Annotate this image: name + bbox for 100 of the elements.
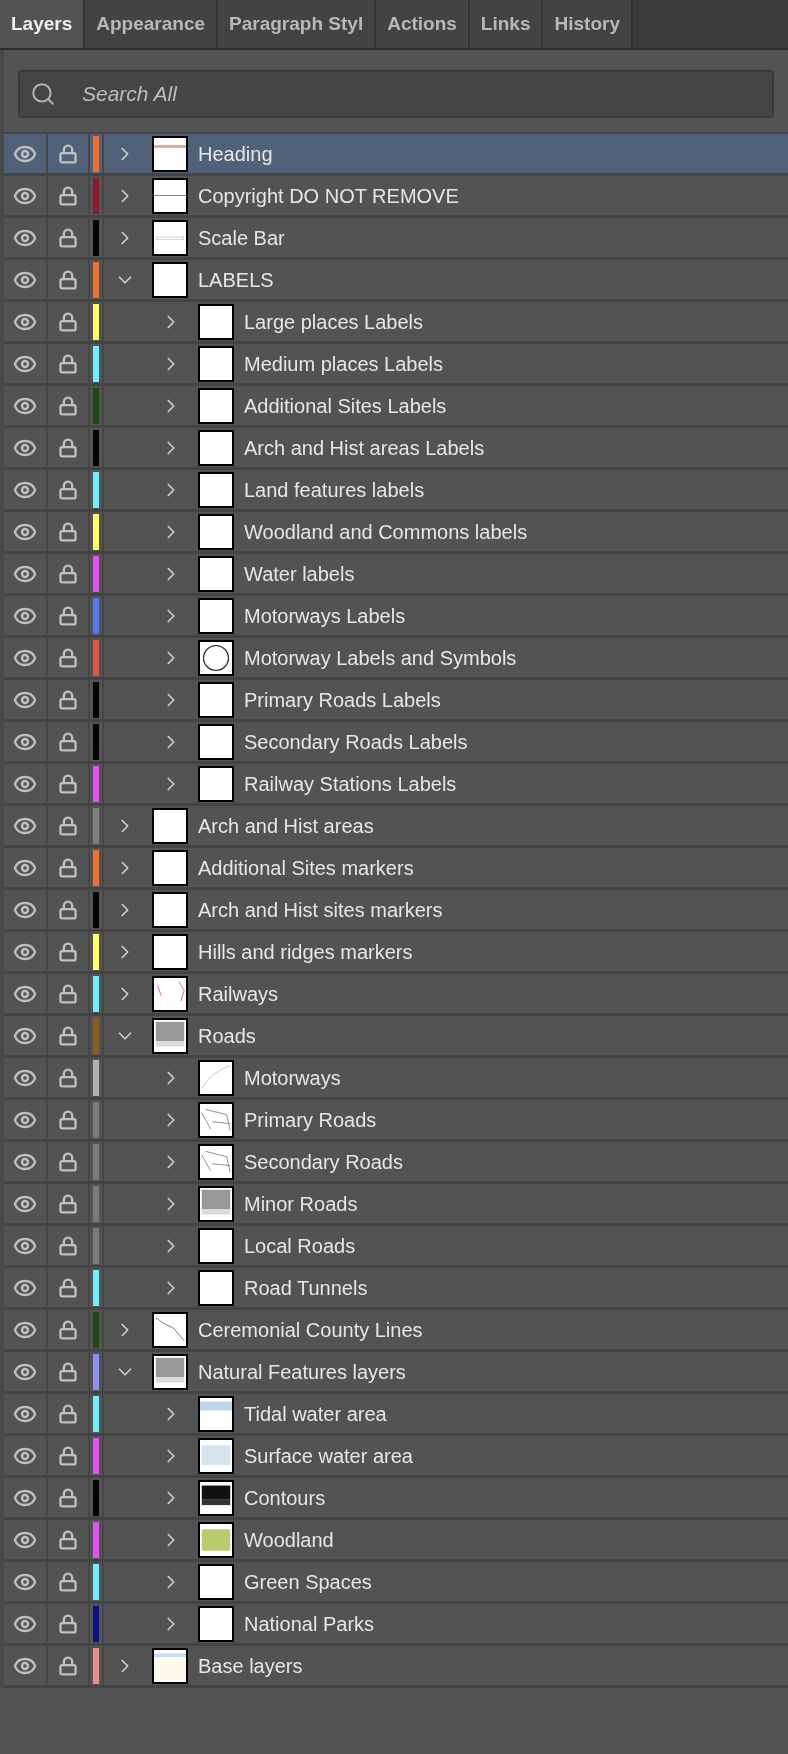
layer-row[interactable]: Road Tunnels [4,1268,788,1310]
layer-name: Railways [198,981,279,1007]
lock-icon[interactable] [58,395,78,416]
lock-icon[interactable] [58,605,78,626]
layer-row[interactable]: Surface water area [4,1436,788,1478]
layer-row[interactable]: National Parks [4,1604,788,1646]
lock-icon[interactable] [58,941,78,962]
panel-tab[interactable]: Paragraph Styl [218,0,377,48]
layer-name: Primary Roads Labels [244,687,441,713]
layer-row[interactable]: Arch and Hist areas [4,806,788,848]
lock-icon[interactable] [58,815,78,836]
lock-icon[interactable] [58,1151,78,1172]
layer-row[interactable]: Primary Roads [4,1100,788,1142]
layer-name: Woodland [244,1527,334,1553]
lock-icon[interactable] [58,983,78,1004]
lock-icon[interactable] [58,479,78,500]
lock-icon[interactable] [58,1277,78,1298]
panel-tab[interactable]: Actions [376,0,470,48]
lock-icon[interactable] [58,311,78,332]
lock-icon[interactable] [58,1235,78,1256]
layer-row[interactable]: Contours [4,1478,788,1520]
layer-row[interactable]: Water labels [4,554,788,596]
layer-row[interactable]: Additional Sites markers [4,848,788,890]
layer-row[interactable]: Heading [4,134,788,176]
layer-row[interactable]: Additional Sites Labels [4,386,788,428]
lock-icon[interactable] [58,1487,78,1508]
search-icon [30,81,56,107]
layer-name: Natural Features layers [198,1359,406,1385]
lock-icon[interactable] [58,437,78,458]
layer-row[interactable]: Medium places Labels [4,344,788,386]
layer-name: Contours [244,1485,326,1511]
lock-icon[interactable] [58,731,78,752]
layer-name: Additional Sites Labels [244,393,447,419]
lock-icon[interactable] [58,185,78,206]
layer-name: National Parks [244,1611,375,1637]
layer-row[interactable]: Tidal water area [4,1394,788,1436]
layer-row[interactable]: Arch and Hist areas Labels [4,428,788,470]
search-field[interactable]: Search All [18,70,774,118]
lock-icon[interactable] [58,689,78,710]
layer-row[interactable]: Land features labels [4,470,788,512]
lock-icon[interactable] [58,1403,78,1424]
panel-tab[interactable]: Appearance [85,0,219,48]
layer-row[interactable]: Hills and ridges markers [4,932,788,974]
lock-icon[interactable] [58,353,78,374]
layer-row[interactable]: Primary Roads Labels [4,680,788,722]
lock-icon[interactable] [58,1193,78,1214]
layer-row[interactable]: Green Spaces [4,1562,788,1604]
layer-row[interactable]: Woodland [4,1520,788,1562]
layer-row[interactable]: Local Roads [4,1226,788,1268]
layer-row[interactable]: Base layers [4,1646,788,1688]
layer-name: Woodland and Commons labels [244,519,528,545]
layer-name: Local Roads [244,1233,356,1259]
layer-row[interactable]: Arch and Hist sites markers [4,890,788,932]
lock-icon[interactable] [58,1445,78,1466]
lock-icon[interactable] [58,857,78,878]
lock-icon[interactable] [58,647,78,668]
layer-row[interactable]: Natural Features layers [4,1352,788,1394]
layer-row[interactable]: Roads [4,1016,788,1058]
panel-tab[interactable]: Layers [0,0,86,48]
layer-row[interactable]: Large places Labels [4,302,788,344]
lock-icon[interactable] [58,1655,78,1676]
lock-icon[interactable] [58,1025,78,1046]
layer-row[interactable]: Railway Stations Labels [4,764,788,806]
layer-row[interactable]: Secondary Roads Labels [4,722,788,764]
layer-row[interactable]: Motorways Labels [4,596,788,638]
layer-row[interactable]: Secondary Roads [4,1142,788,1184]
layer-row[interactable]: Motorway Labels and Symbols [4,638,788,680]
layer-name: Arch and Hist areas [198,813,374,839]
panel-tab[interactable]: History [543,0,633,48]
lock-icon[interactable] [58,227,78,248]
lock-icon[interactable] [58,1613,78,1634]
lock-icon[interactable] [58,521,78,542]
lock-icon[interactable] [58,1319,78,1340]
layer-name: Scale Bar [198,225,285,251]
lock-icon[interactable] [58,773,78,794]
lock-icon[interactable] [58,1529,78,1550]
lock-icon[interactable] [58,1067,78,1088]
layer-row[interactable]: Copyright DO NOT REMOVE [4,176,788,218]
lock-icon[interactable] [58,1571,78,1592]
lock-icon[interactable] [58,143,78,164]
layer-row[interactable]: LABELS [4,260,788,302]
lock-icon[interactable] [58,1109,78,1130]
layer-row[interactable]: Woodland and Commons labels [4,512,788,554]
lock-icon[interactable] [58,269,78,290]
layer-name: Surface water area [244,1443,413,1469]
layer-row[interactable]: Scale Bar [4,218,788,260]
layer-name: Heading [198,141,273,167]
layer-name: Green Spaces [244,1569,372,1595]
layer-name: Road Tunnels [244,1275,368,1301]
layer-row[interactable]: Minor Roads [4,1184,788,1226]
layer-name: Motorways Labels [244,603,406,629]
layer-name: Hills and ridges markers [198,939,413,965]
lock-icon[interactable] [58,1361,78,1382]
layer-name: Secondary Roads Labels [244,729,468,755]
layer-row[interactable]: Ceremonial County Lines [4,1310,788,1352]
layer-row[interactable]: Railways [4,974,788,1016]
panel-tab[interactable]: Links [469,0,544,48]
lock-icon[interactable] [58,563,78,584]
lock-icon[interactable] [58,899,78,920]
layer-row[interactable]: Motorways [4,1058,788,1100]
